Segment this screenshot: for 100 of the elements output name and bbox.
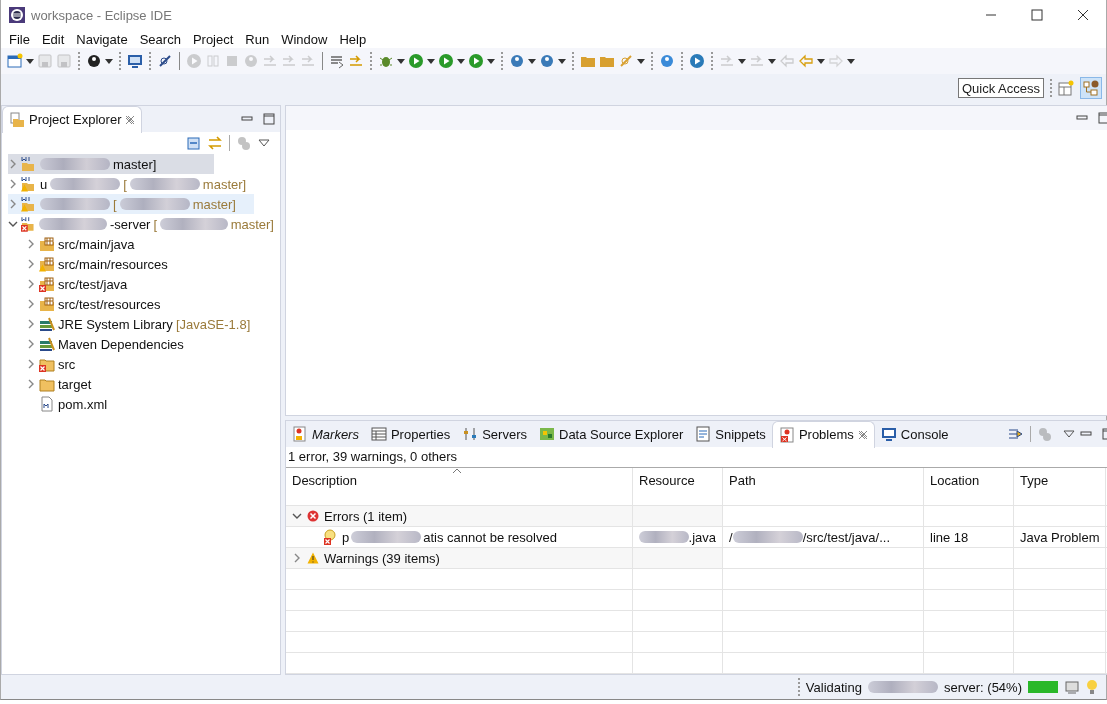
menu-item[interactable]: Help [333,31,373,47]
view-tab[interactable]: Project Explorer [2,105,143,133]
dropdown-arrow-icon[interactable] [427,58,435,64]
monitor-icon[interactable] [127,53,143,69]
expand-chevron-icon[interactable] [26,379,36,389]
table-cell: Java Problem [1014,527,1106,548]
redacted-mark [160,218,228,230]
minimize-icon[interactable] [1076,113,1088,123]
marker-list-icon [292,426,308,442]
dropdown-arrow-icon[interactable] [847,58,855,64]
expand-chevron-icon[interactable] [26,299,36,309]
view-tab[interactable]: Problems [771,420,875,448]
menu-item[interactable]: Edit [35,31,71,47]
problems-summary: 1 error, 39 warnings, 0 others [287,448,459,466]
perspective-icon[interactable] [1083,80,1099,96]
filter-icon[interactable] [329,53,345,69]
dropdown-arrow-icon[interactable] [397,58,405,64]
table-icon [370,426,387,442]
project-row[interactable]: master] [8,154,214,174]
dropdown-arrow-icon[interactable] [26,58,34,64]
view-tab[interactable]: Data Source Explorer [533,421,690,447]
view-tab[interactable]: Servers [456,421,533,447]
expand-chevron-icon[interactable] [26,279,36,289]
expand-chevron-icon[interactable] [26,239,36,249]
view-tab[interactable]: Markers [286,421,365,447]
view-tab[interactable]: Console [874,421,955,447]
minimize-icon[interactable] [241,114,253,124]
project-row[interactable]: u [ master] [8,174,274,194]
expand-chevron-icon[interactable] [8,179,18,189]
expand-chevron-icon[interactable] [8,159,18,169]
view-tab[interactable]: Snippets [689,421,772,447]
column-header[interactable]: Path [723,468,924,506]
redacted-mark [40,158,110,170]
dropdown-arrow-icon[interactable] [457,58,465,64]
collapse-chevron-icon[interactable] [8,219,18,229]
close-icon[interactable] [125,114,136,125]
group-row[interactable]: Warnings (39 items) [286,548,633,569]
dropdown-arrow-icon[interactable] [105,58,113,64]
view-tab[interactable]: Properties [364,421,457,447]
menu-item[interactable]: Search [133,31,187,47]
menu-item[interactable]: Project [186,31,240,47]
menu-item[interactable]: Window [275,31,334,47]
dropdown-arrow-icon[interactable] [558,58,566,64]
redacted-mark [39,218,107,230]
run-browser-icon[interactable] [689,53,705,69]
expand-chevron-icon[interactable] [8,199,18,209]
expand-chevron-icon[interactable] [26,259,36,269]
tree-item-label[interactable]: JRE System Library [58,316,173,332]
menu-item[interactable]: Navigate [70,31,134,47]
expand-chevron-icon[interactable] [26,339,36,349]
expand-chevron-icon[interactable] [26,359,36,369]
view-menu-icon[interactable] [1063,430,1075,438]
tree-item-label[interactable]: src/test/java [58,276,128,292]
column-header[interactable]: Location [924,468,1014,506]
focus-arrow-icon[interactable] [1008,426,1024,442]
dropdown-arrow-icon[interactable] [817,58,825,64]
quick-access-field[interactable]: Quick Access [958,78,1044,98]
dropdown-arrow-icon[interactable] [768,58,776,64]
tree-item-label[interactable]: pom.xml [58,396,108,412]
close-icon[interactable] [857,429,868,440]
link-arrows-icon[interactable] [207,135,223,151]
run-icon[interactable] [408,53,424,69]
label: p [342,529,350,545]
window-title: workspace - Eclipse IDE [31,7,173,23]
external-tool-icon[interactable] [468,53,484,69]
person-icon[interactable] [86,53,102,69]
tree-item-label[interactable]: src/main/java [58,236,135,252]
project-row[interactable]: [ master] [8,194,254,214]
dropdown-arrow-icon[interactable] [487,58,495,64]
maximize-icon[interactable] [263,113,275,125]
tree-item-label[interactable]: src/test/resources [58,296,161,312]
collapse-all-icon[interactable] [185,135,201,151]
tree-item-label[interactable]: target [58,376,92,392]
menu-item[interactable]: Run [239,31,276,47]
expand-chevron-icon[interactable] [292,553,302,563]
column-header[interactable]: Type [1014,468,1106,506]
toggle-icon[interactable] [348,53,364,69]
menu-item[interactable]: File [3,31,36,47]
maximize-icon[interactable] [1098,112,1107,124]
view-menu-icon[interactable] [258,139,270,147]
project-row[interactable]: -server [ master] [8,214,274,234]
map-icon [539,426,555,442]
monitor-icon [880,426,897,442]
expand-chevron-icon[interactable] [26,319,36,329]
label: .java [688,529,716,545]
new-wizard-icon[interactable] [7,53,23,69]
open-perspective-icon[interactable] [1058,80,1074,96]
redacted-mark [639,531,689,543]
group-row[interactable]: Errors (1 item) [286,506,633,527]
minimize-icon[interactable] [1080,429,1092,439]
dropdown-arrow-icon[interactable] [738,58,746,64]
collapse-chevron-icon[interactable] [292,511,302,521]
coverage-icon[interactable] [438,53,454,69]
tree-item-label[interactable]: Maven Dependencies [58,336,184,352]
lightbulb-icon[interactable] [1086,679,1098,695]
tree-item-label[interactable]: src/main/resources [58,256,168,272]
tree-item-label[interactable]: src [58,356,76,372]
dropdown-arrow-icon[interactable] [528,58,536,64]
decoration-label: [JavaSE-1.8] [175,316,251,332]
dropdown-arrow-icon[interactable] [637,58,645,64]
